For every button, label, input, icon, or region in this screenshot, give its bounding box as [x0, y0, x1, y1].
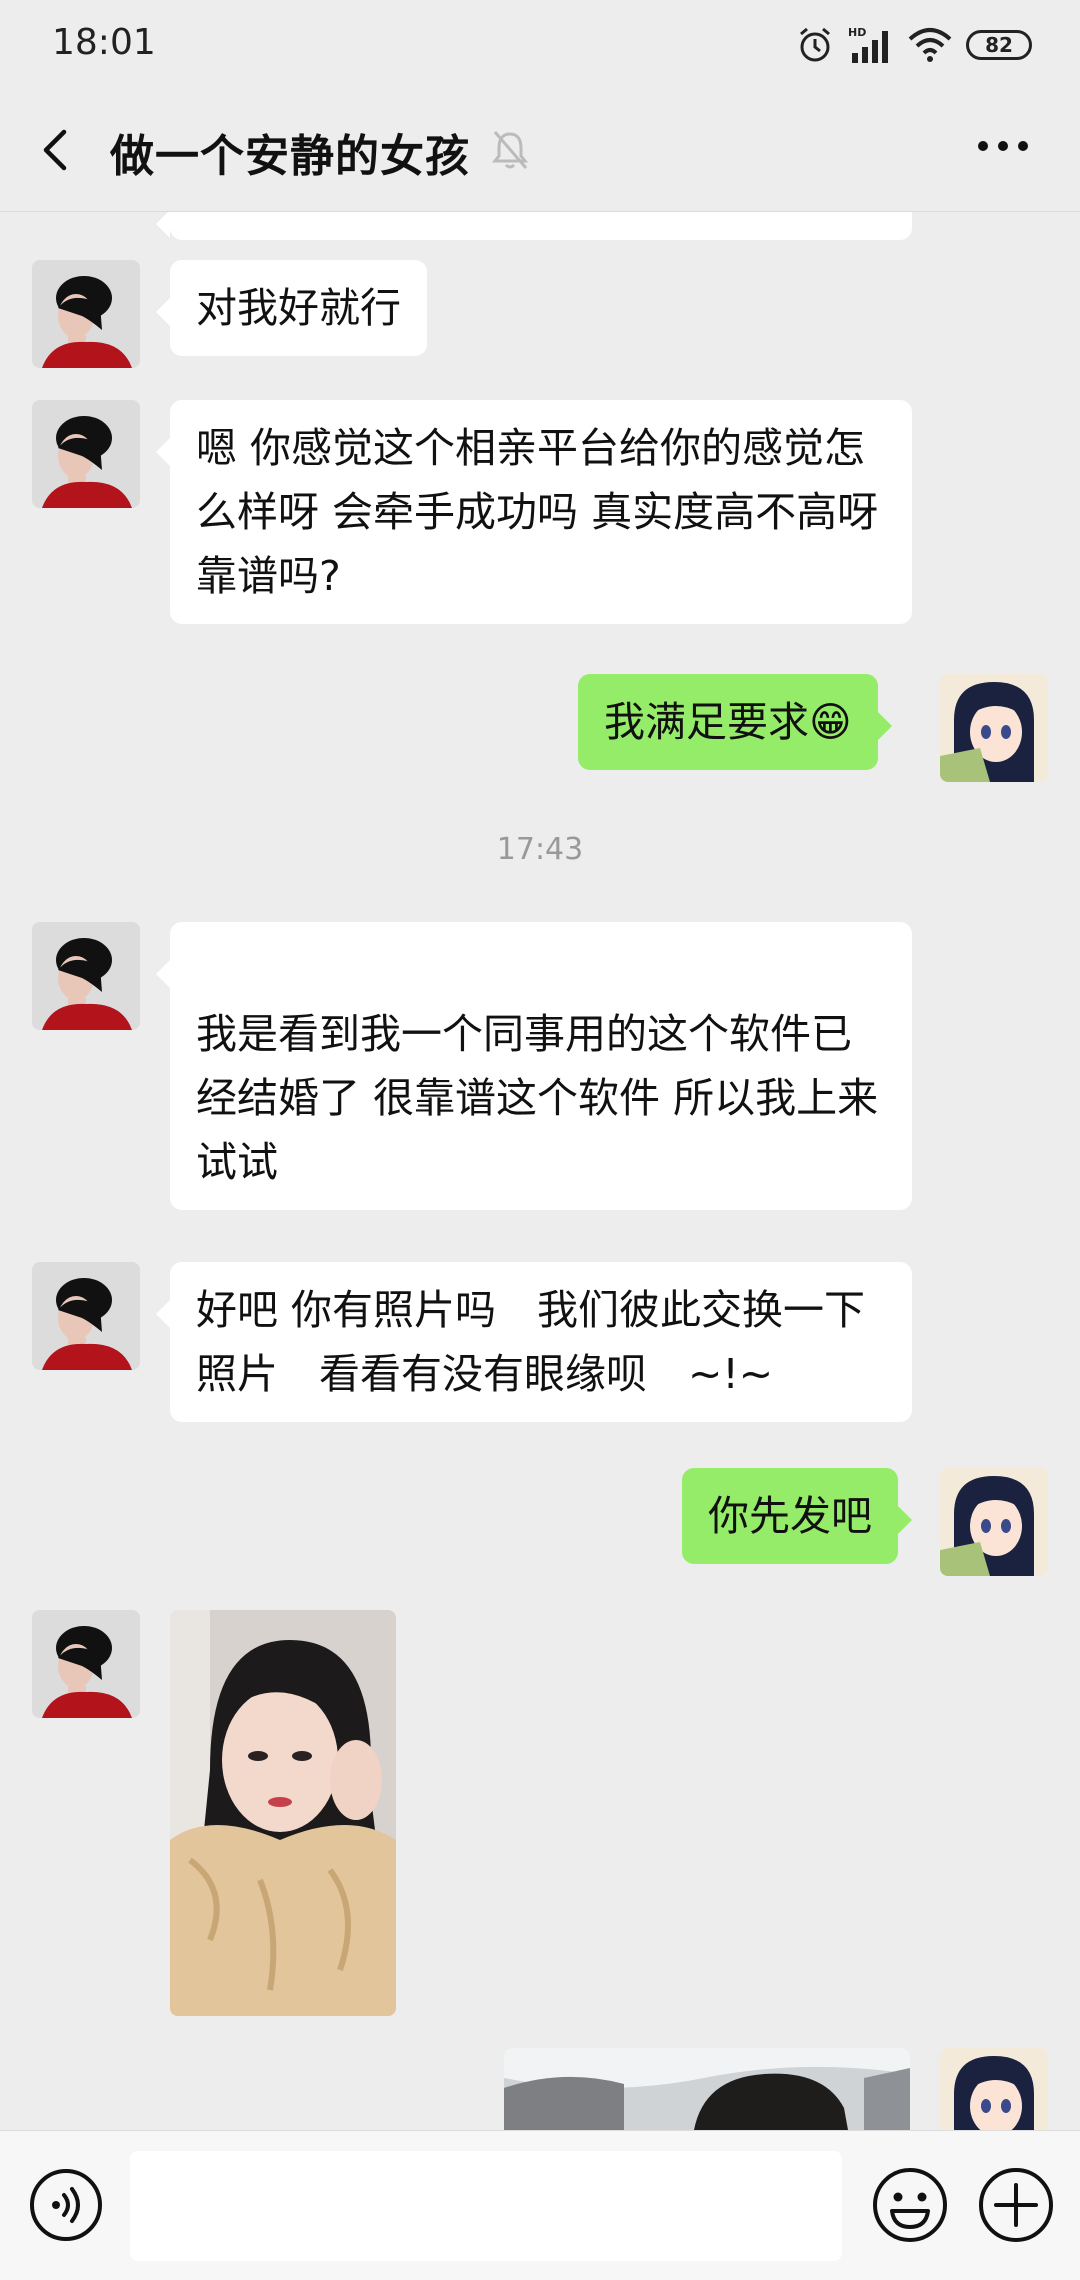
message-bubble[interactable]: 好吧 你有照片吗 我们彼此交换一下照片 看看有没有眼缘呗 ~!~: [156, 1262, 912, 1422]
my-avatar[interactable]: [940, 2048, 1048, 2130]
more-icon[interactable]: [976, 136, 1030, 156]
message-bubble-partial: [156, 212, 912, 240]
message-bubble[interactable]: 嗯 你感觉这个相亲平台给你的感觉怎么样呀 会牵手成功吗 真实度高不高呀 靠谱吗?: [156, 400, 912, 624]
message-bubble-outgoing[interactable]: 我满足要求😁: [578, 674, 892, 770]
my-avatar[interactable]: [940, 1468, 1048, 1576]
message-bubble[interactable]: 对我好就行: [156, 260, 427, 356]
message-timestamp: 17:43: [496, 832, 584, 867]
message-bubble[interactable]: 我是看到我一个同事用的这个软件已经结婚了 很靠谱这个软件 所以我上来试试: [156, 922, 912, 1210]
my-avatar[interactable]: [940, 674, 1048, 782]
avatar-image: [32, 260, 140, 368]
status-icons: HD 82: [796, 24, 1032, 66]
mute-bell-icon: [491, 131, 529, 169]
chat-header: 做一个安静的女孩: [0, 90, 1080, 212]
image-message-outgoing[interactable]: [504, 2048, 910, 2130]
photo-content: [504, 2048, 910, 2130]
contact-avatar[interactable]: [32, 400, 140, 508]
back-icon[interactable]: [28, 118, 88, 182]
emoji-icon[interactable]: [870, 2165, 950, 2245]
avatar-image: [940, 674, 1048, 782]
hd-signal-icon: HD: [848, 26, 888, 63]
avatar-image: [32, 1610, 140, 1718]
avatar-image: [940, 2048, 1048, 2130]
contact-avatar[interactable]: [32, 922, 140, 1030]
chat-title: 做一个安静的女孩: [110, 131, 470, 182]
photo-content: [170, 1610, 396, 2016]
plus-icon[interactable]: [976, 2165, 1056, 2245]
battery-level: 82: [985, 33, 1013, 57]
wifi-icon: [908, 28, 952, 62]
contact-avatar[interactable]: [32, 1262, 140, 1370]
message-input[interactable]: [130, 2151, 842, 2261]
status-time: 18:01: [52, 22, 156, 63]
message-bubble-outgoing[interactable]: 你先发吧: [682, 1468, 912, 1564]
contact-avatar[interactable]: [32, 1610, 140, 1718]
input-bar: [0, 2130, 1080, 2280]
alarm-icon: [800, 27, 830, 62]
avatar-image: [940, 1468, 1048, 1576]
status-bar: 18:01 HD 82: [0, 0, 1080, 90]
chat-messages[interactable]: 对我好就行 嗯 你感觉这个相亲平台给你的感觉怎么样呀 会牵手成功吗 真实度高不高…: [0, 212, 1080, 2130]
avatar-image: [32, 922, 140, 1030]
voice-icon[interactable]: [28, 2167, 104, 2243]
battery-icon: 82: [966, 30, 1032, 60]
image-message[interactable]: [170, 1610, 396, 2016]
avatar-image: [32, 1262, 140, 1370]
svg-text:HD: HD: [848, 26, 866, 39]
contact-avatar[interactable]: [32, 260, 140, 368]
avatar-image: [32, 400, 140, 508]
